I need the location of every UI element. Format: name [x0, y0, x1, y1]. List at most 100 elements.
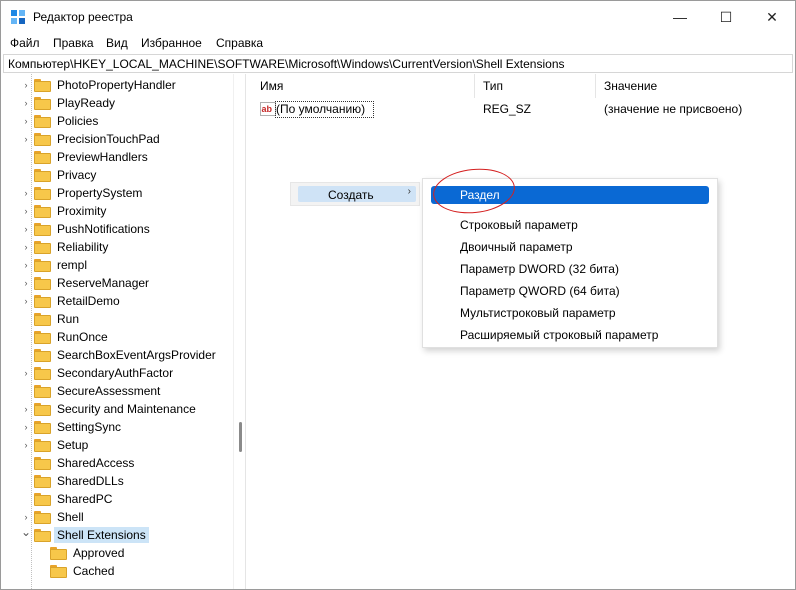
context-menu-create[interactable]: Создать › — [298, 186, 416, 202]
submenu-item-qword-value[interactable]: Параметр QWORD (64 бита) — [431, 282, 709, 300]
registry-tree[interactable]: › PhotoPropertyHandler › PlayReady › Policies… — [3, 74, 246, 589]
submenu-item-expandable-string-value[interactable]: Расширяемый строковый параметр — [431, 326, 709, 344]
tree-item[interactable]: Cached — [3, 562, 231, 580]
chevron-right-icon: › — [407, 186, 411, 197]
folder-icon — [34, 133, 51, 146]
tree-item-label: Policies — [57, 114, 99, 128]
close-button[interactable]: ✕ — [749, 1, 795, 33]
tree-item[interactable]: › Security and Maintenance — [3, 400, 231, 418]
address-path: Компьютер\HKEY_LOCAL_MACHINE\SOFTWARE\Mi… — [8, 57, 565, 71]
chevron-down-icon[interactable]: ⌄ — [21, 526, 31, 544]
tree-item-label: SharedAccess — [57, 456, 135, 470]
chevron-right-icon[interactable]: › — [21, 418, 31, 436]
tree-item[interactable]: SharedPC — [3, 490, 231, 508]
tree-item[interactable]: RunOnce — [3, 328, 231, 346]
menu-bar: Файл Правка Вид Избранное Справка — [1, 33, 795, 53]
tree-item[interactable]: ⌄ Shell Extensions — [3, 526, 231, 544]
folder-icon — [34, 403, 51, 416]
tree-item-label: Security and Maintenance — [57, 402, 196, 416]
tree-item[interactable]: › PlayReady — [3, 94, 231, 112]
tree-item[interactable]: › Shell — [3, 508, 231, 526]
column-header-type[interactable]: Тип — [475, 74, 596, 98]
chevron-right-icon[interactable]: › — [21, 364, 31, 382]
submenu-item-string-value[interactable]: Строковый параметр — [431, 216, 709, 234]
submenu-item-dword-value[interactable]: Параметр DWORD (32 бита) — [431, 260, 709, 278]
folder-icon — [34, 349, 51, 362]
menu-file[interactable]: Файл — [10, 36, 40, 50]
folder-icon — [34, 457, 51, 470]
tree-item[interactable]: › Setup — [3, 436, 231, 454]
address-bar[interactable]: Компьютер\HKEY_LOCAL_MACHINE\SOFTWARE\Mi… — [3, 54, 793, 73]
tree-item-label: RetailDemo — [57, 294, 120, 308]
menu-help[interactable]: Справка — [216, 36, 263, 50]
tree-item[interactable]: › ReserveManager — [3, 274, 231, 292]
string-value-icon: ab — [260, 102, 276, 116]
folder-icon — [34, 241, 51, 254]
tree-item-label: SecureAssessment — [57, 384, 161, 398]
tree-item-label: Cached — [73, 564, 115, 578]
tree-item-label: Setup — [57, 438, 89, 452]
minimize-button[interactable]: — — [657, 1, 703, 33]
submenu-item-multistring-value[interactable]: Мультистроковый параметр — [431, 304, 709, 322]
maximize-button[interactable]: ☐ — [703, 1, 749, 33]
menu-edit[interactable]: Правка — [53, 36, 94, 50]
tree-item[interactable]: › rempl — [3, 256, 231, 274]
menu-view[interactable]: Вид — [106, 36, 128, 50]
chevron-right-icon[interactable]: › — [21, 508, 31, 526]
tree-item[interactable]: SearchBoxEventArgsProvider — [3, 346, 231, 364]
folder-icon — [34, 439, 51, 452]
tree-item[interactable]: PreviewHandlers — [3, 148, 231, 166]
chevron-right-icon[interactable]: › — [21, 202, 31, 220]
chevron-right-icon[interactable]: › — [21, 238, 31, 256]
folder-icon — [34, 385, 51, 398]
tree-item[interactable]: › Reliability — [3, 238, 231, 256]
folder-icon — [34, 475, 51, 488]
chevron-right-icon[interactable]: › — [21, 274, 31, 292]
chevron-right-icon[interactable]: › — [21, 184, 31, 202]
window-title: Редактор реестра — [33, 10, 133, 24]
tree-item[interactable]: › Proximity — [3, 202, 231, 220]
tree-item[interactable]: › PushNotifications — [3, 220, 231, 238]
chevron-right-icon[interactable]: › — [21, 220, 31, 238]
pane-splitter[interactable] — [247, 74, 251, 589]
folder-icon — [34, 115, 51, 128]
column-header-name[interactable]: Имя — [252, 74, 475, 98]
tree-item[interactable]: › SecondaryAuthFactor — [3, 364, 231, 382]
tree-item[interactable]: Approved — [3, 544, 231, 562]
chevron-right-icon[interactable]: › — [21, 436, 31, 454]
tree-item[interactable]: Privacy — [3, 166, 231, 184]
tree-item-label: PropertySystem — [57, 186, 143, 200]
tree-item[interactable]: SharedDLLs — [3, 472, 231, 490]
chevron-right-icon[interactable]: › — [21, 130, 31, 148]
folder-icon — [34, 169, 51, 182]
tree-item[interactable]: SecureAssessment — [3, 382, 231, 400]
tree-scrollbar[interactable] — [233, 74, 245, 589]
submenu-item-binary-value[interactable]: Двоичный параметр — [431, 238, 709, 256]
registry-editor-icon — [11, 10, 25, 24]
tree-item-label: Reliability — [57, 240, 109, 254]
tree-item[interactable]: › RetailDemo — [3, 292, 231, 310]
tree-item[interactable]: › PhotoPropertyHandler — [3, 76, 231, 94]
chevron-right-icon[interactable]: › — [21, 112, 31, 130]
chevron-right-icon[interactable]: › — [21, 76, 31, 94]
context-menu-create-label: Создать — [328, 188, 374, 202]
folder-icon — [34, 259, 51, 272]
row-focus-outline — [275, 101, 374, 118]
tree-item-label: Approved — [73, 546, 125, 560]
tree-item[interactable]: › PropertySystem — [3, 184, 231, 202]
chevron-right-icon[interactable]: › — [21, 400, 31, 418]
tree-item[interactable]: Run — [3, 310, 231, 328]
tree-scrollbar-thumb[interactable] — [239, 422, 242, 452]
tree-item[interactable]: SharedAccess — [3, 454, 231, 472]
tree-item[interactable]: › PrecisionTouchPad — [3, 130, 231, 148]
chevron-right-icon[interactable]: › — [21, 256, 31, 274]
menu-favorites[interactable]: Избранное — [141, 36, 202, 50]
chevron-right-icon[interactable]: › — [21, 292, 31, 310]
column-header-value[interactable]: Значение — [596, 74, 793, 98]
tree-item[interactable]: › Policies — [3, 112, 231, 130]
folder-icon — [34, 277, 51, 290]
registry-editor-window: Редактор реестра — ☐ ✕ Файл Правка Вид И… — [0, 0, 796, 590]
tree-item[interactable]: › SettingSync — [3, 418, 231, 436]
tree-item-label: Shell — [57, 510, 84, 524]
chevron-right-icon[interactable]: › — [21, 94, 31, 112]
